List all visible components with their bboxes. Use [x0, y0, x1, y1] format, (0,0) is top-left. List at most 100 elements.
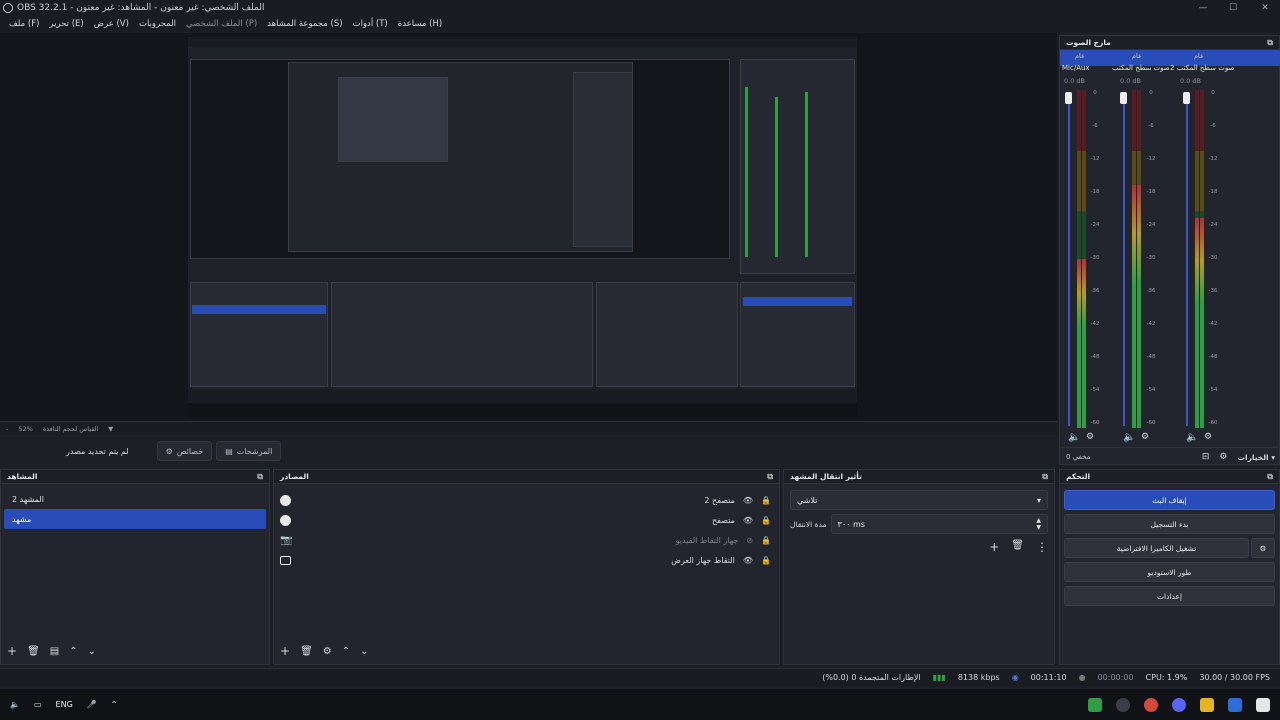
menu-scene-collection[interactable]: مجموعة المشاهد (S) — [262, 19, 347, 29]
start-recording-button[interactable]: بدء التسجيل — [1064, 514, 1275, 534]
app-icon-blue[interactable] — [1228, 697, 1242, 712]
lock-icon[interactable]: 🔒 — [761, 516, 771, 525]
menu-docks[interactable]: المحروبات — [134, 19, 181, 29]
channel-3-volume-track[interactable] — [1186, 96, 1188, 426]
mixer-settings-icon[interactable]: ⚙ — [1219, 452, 1227, 462]
obs-taskbar-icon[interactable] — [1116, 697, 1130, 712]
lock-icon[interactable]: 🔒 — [761, 496, 771, 505]
channel-3-speaker-icon[interactable]: 🔈 — [1186, 432, 1198, 443]
chevron-down-icon[interactable]: ▼ — [108, 425, 113, 433]
scene-item[interactable]: المشهد 2 — [4, 489, 266, 509]
undock-icon[interactable]: ⧉ — [1267, 38, 1273, 48]
virtual-camera-button[interactable]: تشغيل الكاميرا الافتراضية — [1064, 538, 1249, 558]
settings-button[interactable]: إعدادات — [1064, 586, 1275, 606]
lock-icon[interactable]: 🔒 — [761, 556, 771, 565]
microphone-icon[interactable]: 🎤 — [87, 700, 97, 709]
meter-tick-label: -42 — [1208, 321, 1218, 327]
language-indicator[interactable]: ENG — [56, 700, 73, 709]
undock-icon[interactable]: ⧉ — [257, 472, 263, 482]
source-item[interactable]: 📷 جهاز التقاط الفيديو ⊘ 🔒 — [274, 530, 779, 550]
menu-profile[interactable]: الملف الشخصي (P) — [181, 19, 262, 29]
file-explorer-icon[interactable] — [1200, 697, 1214, 712]
transition-select[interactable]: تلاشي ▾ — [790, 490, 1048, 510]
studio-mode-button[interactable]: طور الاستوديو — [1064, 562, 1275, 582]
channel-3-volume-knob[interactable] — [1183, 92, 1190, 104]
eye-hidden-icon[interactable]: ⊘ — [746, 536, 753, 545]
virtual-camera-settings-icon[interactable]: ⚙ — [1251, 538, 1275, 558]
add-source-icon[interactable]: + — [280, 644, 290, 658]
menu-file[interactable]: ملف (F) — [4, 19, 44, 29]
no-source-label: لم يتم تحديد مصدر — [66, 446, 129, 456]
meter-tick-label: -36 — [1090, 288, 1100, 294]
stop-stream-button[interactable]: إيقاف البث — [1064, 490, 1275, 510]
windows-start-icon[interactable] — [1256, 697, 1270, 712]
source-item[interactable]: متصفح 2 👁 🔒 — [274, 490, 779, 510]
menu-tools[interactable]: أدوات (T) — [348, 19, 393, 29]
remove-source-icon[interactable]: 🗑 — [300, 646, 313, 657]
move-up-icon[interactable]: ⌃ — [342, 646, 350, 657]
source-properties-icon[interactable]: ⚙ — [323, 646, 332, 657]
source-toolbar: لم يتم تحديد مصدر ⚙ خصائص ▤ المرشحات — [0, 437, 1057, 465]
menu-edit[interactable]: تحرير (E) — [44, 19, 88, 29]
eye-icon[interactable]: 👁 — [743, 516, 753, 525]
channel-1-volume-knob[interactable] — [1065, 92, 1072, 104]
channel-2-gear-icon[interactable]: ⚙ — [1141, 432, 1149, 442]
channel-2-volume-knob[interactable] — [1120, 92, 1127, 104]
channel-3-gear-icon[interactable]: ⚙ — [1204, 432, 1212, 442]
channel-1-name[interactable]: Mic/Aux — [1062, 64, 1090, 72]
undock-icon[interactable]: ⧉ — [767, 472, 773, 482]
preview-canvas[interactable] — [188, 37, 857, 417]
duration-spinbox[interactable]: ٣٠٠ ms ▲ ▼ — [830, 514, 1048, 534]
network-icon[interactable]: ▭ — [34, 700, 42, 709]
more-options-icon[interactable]: ⋮ — [1036, 540, 1048, 554]
maximize-button[interactable]: ☐ — [1218, 0, 1248, 16]
scene-item-selected[interactable]: مشهد — [4, 509, 266, 529]
chrome-icon[interactable] — [1144, 697, 1158, 712]
properties-button[interactable]: ⚙ خصائص — [156, 441, 213, 461]
source-item[interactable]: التقاط جهاز العرض 👁 🔒 — [274, 550, 779, 570]
layout-icon[interactable]: ⊟ — [1202, 452, 1210, 462]
meter-level-fill — [1082, 259, 1086, 428]
eye-icon[interactable]: 👁 — [743, 556, 753, 565]
channel-2-speaker-icon[interactable]: 🔈 — [1123, 432, 1135, 443]
remove-scene-icon[interactable]: 🗑 — [27, 646, 40, 657]
discord-icon[interactable] — [1172, 697, 1186, 712]
source-item[interactable]: متصفح 👁 🔒 — [274, 510, 779, 530]
app-icon-green[interactable] — [1088, 697, 1102, 712]
channel-1-gear-icon[interactable]: ⚙ — [1086, 432, 1094, 442]
remove-transition-icon[interactable]: 🗑 — [1011, 540, 1024, 554]
fps: 30.00 / 30.00 FPS — [1199, 673, 1270, 682]
transitions-dock: تأثير انتقال المشهد ⧉ تلاشي ▾ مدة الانتق… — [783, 469, 1055, 665]
zoom-out-button[interactable]: - — [6, 425, 8, 433]
meter-level-fill — [1077, 259, 1081, 428]
channel-3-name[interactable]: صوت سطح المكتب 2 — [1170, 64, 1234, 72]
move-down-icon[interactable]: ⌄ — [360, 646, 368, 657]
lock-icon[interactable]: 🔒 — [761, 536, 771, 545]
channel-2-name[interactable]: صوت سطح المكتب — [1112, 64, 1170, 72]
chevron-up-icon[interactable]: ⌃ — [111, 700, 118, 709]
muted-count: مخفي 0 — [1066, 453, 1091, 461]
zoom-level[interactable]: 52% — [18, 425, 32, 433]
channel-1-meter-a — [1077, 90, 1081, 428]
move-up-icon[interactable]: ⌃ — [69, 646, 77, 657]
mixer-options-button[interactable]: الخيارات ▾ — [1238, 453, 1276, 462]
volume-icon[interactable]: 🔈 — [10, 700, 20, 709]
filters-button[interactable]: ▤ المرشحات — [216, 441, 282, 461]
move-down-icon[interactable]: ⌄ — [88, 646, 96, 657]
spin-arrows-icon[interactable]: ▲ ▼ — [1036, 517, 1041, 531]
close-button[interactable]: ✕ — [1250, 0, 1280, 16]
scene-filters-icon[interactable]: ▤ — [50, 646, 59, 657]
menu-help[interactable]: مساعدة (H) — [393, 19, 447, 29]
channel-1-volume-track[interactable] — [1068, 96, 1070, 426]
channel-2-volume-track[interactable] — [1123, 96, 1125, 426]
undock-icon[interactable]: ⧉ — [1042, 472, 1048, 482]
eye-icon[interactable]: 👁 — [743, 496, 753, 505]
channel-1-speaker-icon[interactable]: 🔈 — [1068, 432, 1080, 443]
minimize-button[interactable]: — — [1188, 0, 1218, 16]
menu-view[interactable]: عرض (V) — [89, 19, 134, 29]
meter-tick-label: -48 — [1146, 354, 1156, 360]
add-transition-icon[interactable]: + — [989, 540, 999, 554]
undock-icon[interactable]: ⧉ — [1267, 472, 1273, 482]
scale-mode[interactable]: القياس لحجم النافذة — [43, 425, 98, 433]
add-scene-icon[interactable]: + — [7, 644, 17, 658]
